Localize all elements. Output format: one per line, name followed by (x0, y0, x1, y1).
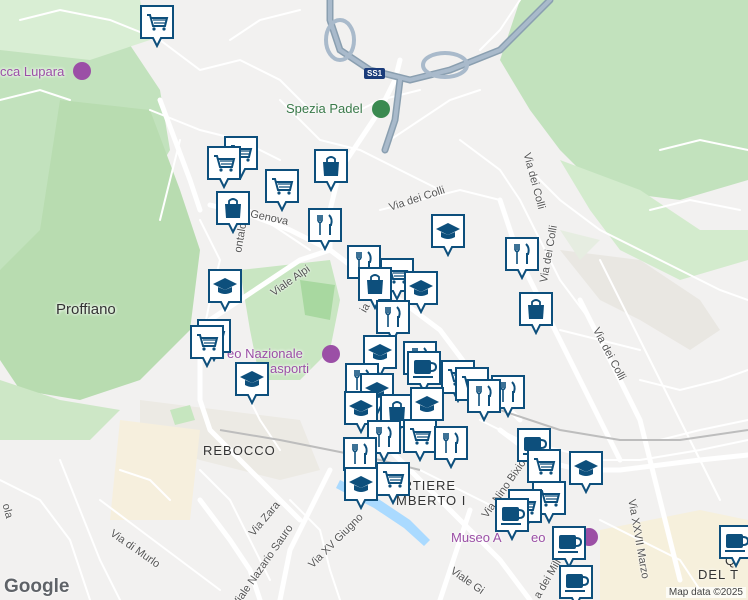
cart-icon (207, 146, 241, 189)
sports-poi-icon[interactable] (372, 100, 390, 118)
museum-poi-icon[interactable] (73, 62, 91, 80)
cap-icon (208, 269, 242, 312)
cart-icon (190, 325, 224, 368)
map-canvas[interactable]: SS1 Spezia Padel cca Lupara Proffiano RE… (0, 0, 748, 600)
cup-icon (495, 498, 529, 541)
map-marker-cart[interactable] (264, 168, 300, 212)
bag-icon (519, 292, 553, 335)
label-rocca-lupara[interactable]: cca Lupara (0, 64, 64, 79)
cup-icon (559, 565, 593, 600)
map-attribution[interactable]: Map data ©2025 (665, 587, 746, 598)
cart-icon (140, 5, 174, 48)
map-marker-cap[interactable] (568, 450, 604, 494)
label-proffiano: Proffiano (56, 301, 116, 318)
road-shield-ss1: SS1 (364, 68, 386, 79)
google-logo[interactable]: Google (4, 576, 69, 598)
map-marker-cart[interactable] (206, 145, 242, 189)
map-marker-cup[interactable] (718, 524, 748, 568)
cart-icon (265, 169, 299, 212)
label-spezia-padel[interactable]: Spezia Padel (286, 101, 363, 116)
bag-icon (216, 191, 250, 234)
map-marker-cart[interactable] (375, 461, 411, 505)
cap-icon (235, 362, 269, 405)
map-marker-cup[interactable] (558, 564, 594, 600)
map-marker-fork[interactable] (433, 425, 469, 469)
map-marker-fork[interactable] (466, 378, 502, 422)
fork-icon (505, 237, 539, 280)
cup-icon (719, 525, 748, 568)
cup-icon (552, 526, 586, 569)
cap-icon (569, 451, 603, 494)
label-museo-tail[interactable]: eo (531, 530, 545, 545)
map-marker-cart[interactable] (139, 4, 175, 48)
bag-icon (314, 149, 348, 192)
fork-icon (434, 426, 468, 469)
label-rebocco: REBOCCO (203, 443, 276, 458)
label-museo-nazionale[interactable]: eo Nazionale (227, 346, 303, 361)
map-marker-bag[interactable] (518, 291, 554, 335)
map-marker-cap[interactable] (343, 466, 379, 510)
fork-icon (467, 379, 501, 422)
cap-icon (344, 467, 378, 510)
map-marker-cup[interactable] (494, 497, 530, 541)
label-trasporti[interactable]: asporti (270, 361, 309, 376)
map-marker-cup[interactable] (551, 525, 587, 569)
fork-icon (308, 208, 342, 251)
museum-poi-icon[interactable] (322, 345, 340, 363)
label-del-t: DEL T (698, 567, 740, 582)
map-marker-bag[interactable] (215, 190, 251, 234)
map-marker-bag[interactable] (313, 148, 349, 192)
map-marker-fork[interactable] (504, 236, 540, 280)
map-marker-cap[interactable] (430, 213, 466, 257)
map-marker-cap[interactable] (207, 268, 243, 312)
map-marker-cap[interactable] (234, 361, 270, 405)
cap-icon (431, 214, 465, 257)
cart-icon (376, 462, 410, 505)
map-marker-fork[interactable] (307, 207, 343, 251)
map-marker-cart[interactable] (189, 324, 225, 368)
